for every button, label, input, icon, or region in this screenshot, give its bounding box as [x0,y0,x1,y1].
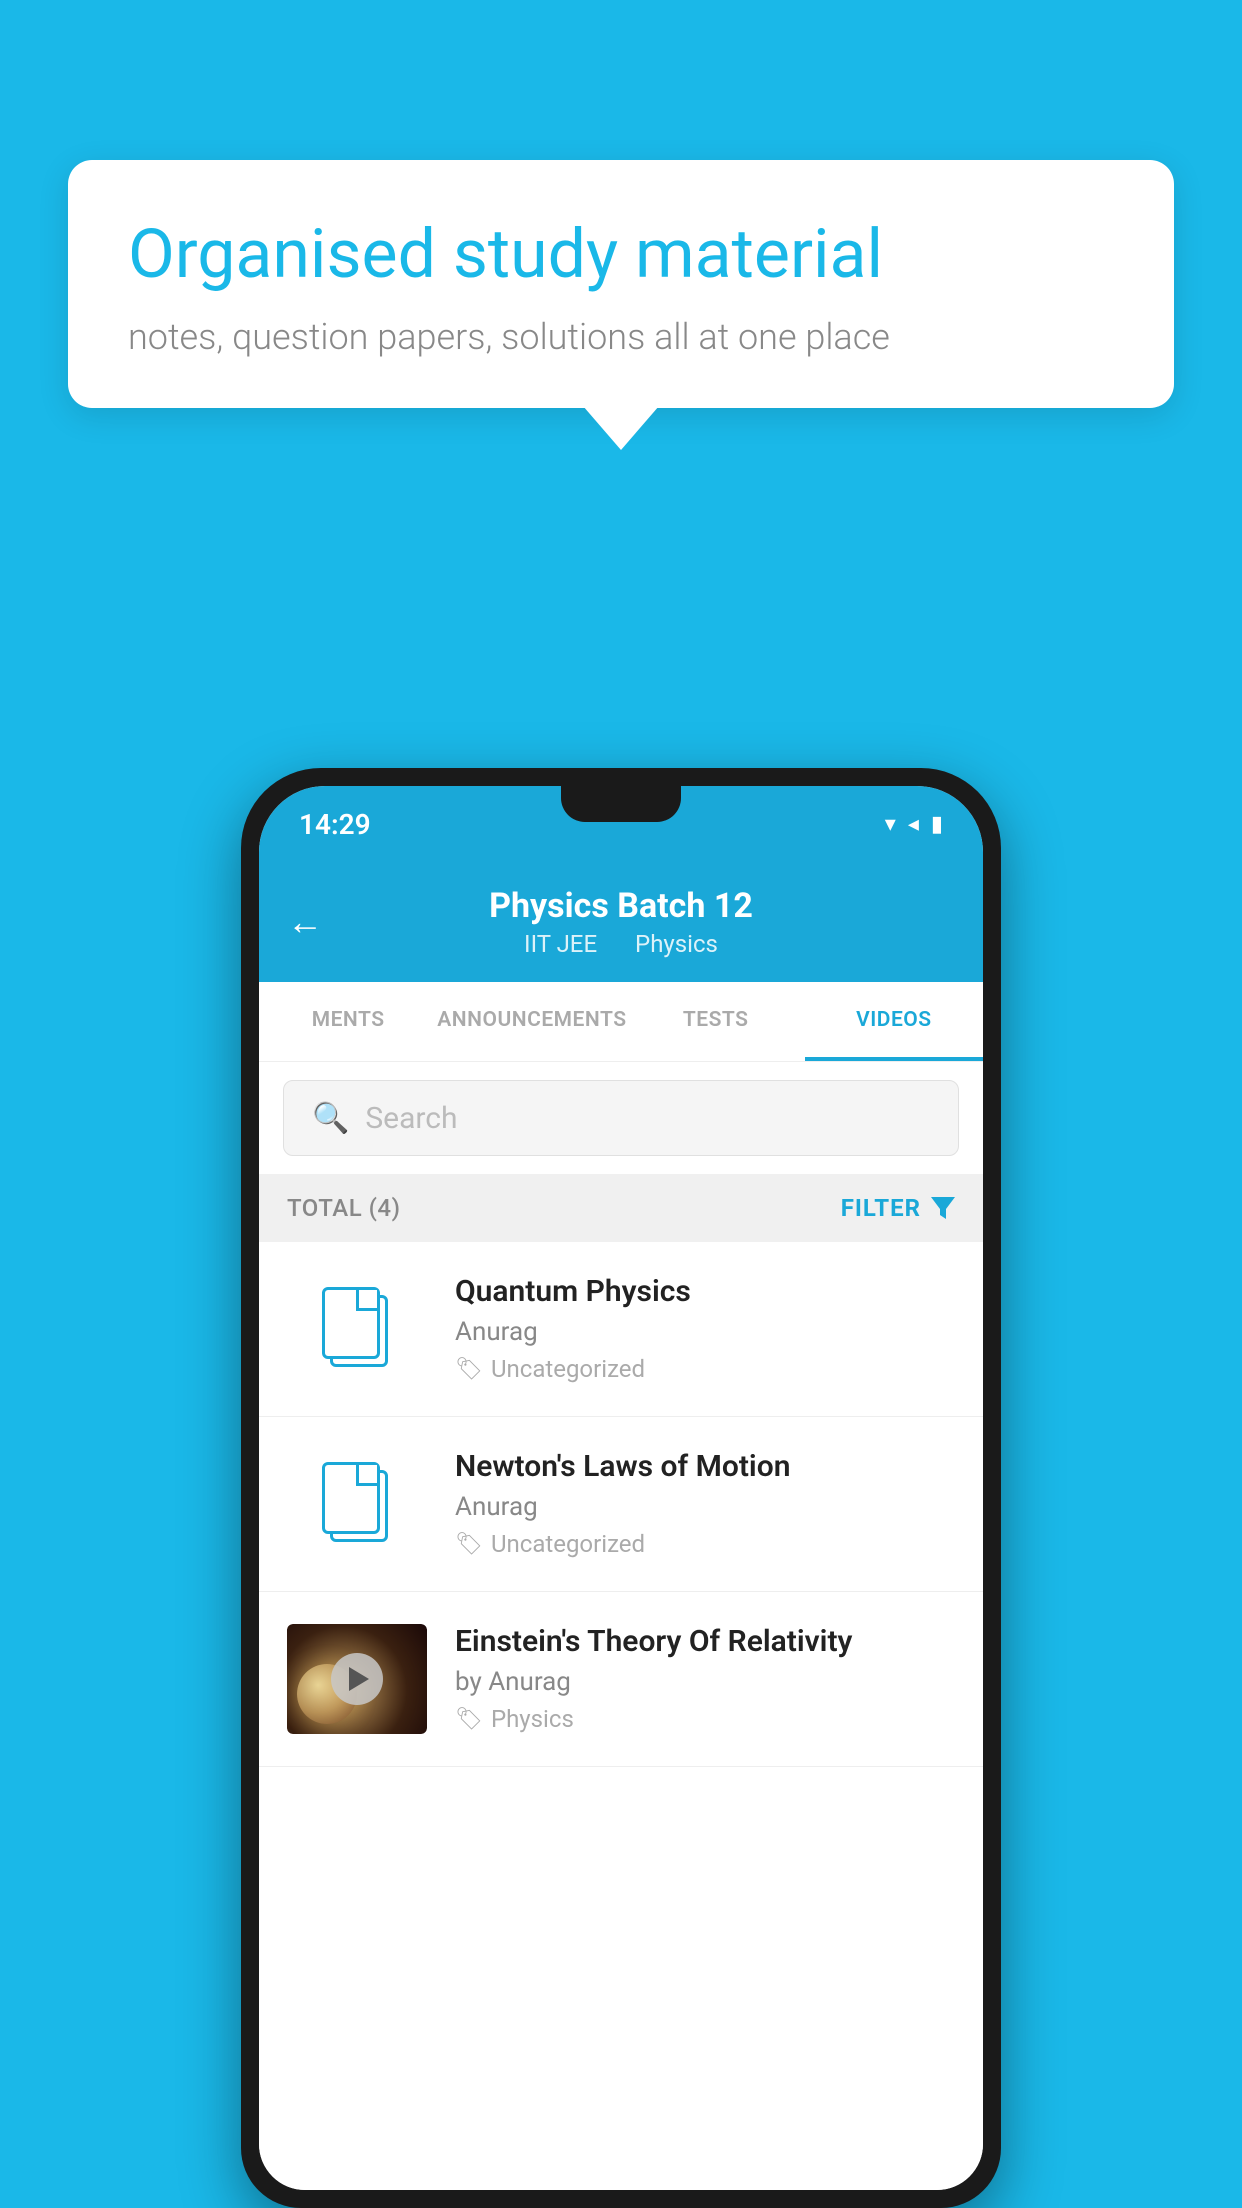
item-tag: 🏷 Physics [455,1705,955,1733]
battery-icon: ▮ [931,812,943,837]
item-author: by Anurag [455,1667,955,1697]
item-info-einstein: Einstein's Theory Of Relativity by Anura… [455,1624,955,1733]
app-bar-subtitle: IIT JEE Physics [516,930,726,958]
item-author: Anurag [455,1492,955,1522]
tag-label: Uncategorized [491,1355,645,1383]
filter-icon [931,1197,955,1219]
total-count: TOTAL (4) [287,1194,400,1222]
signal-icon: ◂ [908,812,919,837]
item-tag: 🏷 Uncategorized [455,1355,955,1383]
file-icon [322,1287,392,1371]
search-icon: 🔍 [312,1101,349,1136]
item-info-quantum: Quantum Physics Anurag 🏷 Uncategorized [455,1274,955,1383]
status-icons: ▾ ◂ ▮ [885,812,943,837]
item-tag: 🏷 Uncategorized [455,1530,955,1558]
file-icon-front [322,1462,380,1534]
play-button[interactable] [331,1653,383,1705]
subtitle-iitjee: IIT JEE [524,930,597,958]
item-thumbnail-einstein [287,1624,427,1734]
speech-bubble-title: Organised study material [128,214,1114,296]
speech-bubble-subtitle: notes, question papers, solutions all at… [128,316,1114,358]
search-input[interactable]: 🔍 Search [283,1080,959,1156]
content-list: Quantum Physics Anurag 🏷 Uncategorized [259,1242,983,2190]
tab-videos[interactable]: VIDEOS [805,982,983,1061]
phone-screen: 14:29 ▾ ◂ ▮ ← Physics Batch 12 IIT JEE P… [259,786,983,2190]
tabs: MENTS ANNOUNCEMENTS TESTS VIDEOS [259,982,983,1062]
list-item[interactable]: Newton's Laws of Motion Anurag 🏷 Uncateg… [259,1417,983,1592]
item-thumbnail-quantum [287,1274,427,1384]
speech-bubble: Organised study material notes, question… [68,160,1174,408]
app-bar-title: Physics Batch 12 [489,886,753,926]
tag-icon: 🏷 [455,1357,483,1382]
tag-label: Physics [491,1705,574,1733]
tab-announcements[interactable]: ANNOUNCEMENTS [437,982,626,1061]
subtitle-physics: Physics [635,930,718,958]
tag-icon: 🏷 [455,1532,483,1557]
search-placeholder: Search [365,1101,457,1136]
item-title: Einstein's Theory Of Relativity [455,1624,955,1659]
phone-frame: 14:29 ▾ ◂ ▮ ← Physics Batch 12 IIT JEE P… [241,768,1001,2208]
item-author: Anurag [455,1317,955,1347]
play-triangle-icon [349,1667,369,1691]
tab-tests[interactable]: TESTS [627,982,805,1061]
filter-button[interactable]: FILTER [841,1194,955,1222]
tag-label: Uncategorized [491,1530,645,1558]
wifi-icon: ▾ [885,812,896,837]
list-item[interactable]: Quantum Physics Anurag 🏷 Uncategorized [259,1242,983,1417]
status-time: 14:29 [299,808,371,841]
list-item[interactable]: Einstein's Theory Of Relativity by Anura… [259,1592,983,1767]
item-title: Newton's Laws of Motion [455,1449,955,1484]
tab-ments[interactable]: MENTS [259,982,437,1061]
phone-notch [561,786,681,822]
file-icon [322,1462,392,1546]
item-info-newton: Newton's Laws of Motion Anurag 🏷 Uncateg… [455,1449,955,1558]
screen-content: 🔍 Search TOTAL (4) FILTER [259,1062,983,2190]
tag-icon: 🏷 [455,1707,483,1732]
filter-bar: TOTAL (4) FILTER [259,1174,983,1242]
file-icon-front [322,1287,380,1359]
einstein-thumb [287,1624,427,1734]
app-bar: ← Physics Batch 12 IIT JEE Physics [259,862,983,982]
search-bar-container: 🔍 Search [259,1062,983,1174]
item-thumbnail-newton [287,1449,427,1559]
back-button[interactable]: ← [287,901,323,943]
filter-label: FILTER [841,1194,921,1222]
item-title: Quantum Physics [455,1274,955,1309]
